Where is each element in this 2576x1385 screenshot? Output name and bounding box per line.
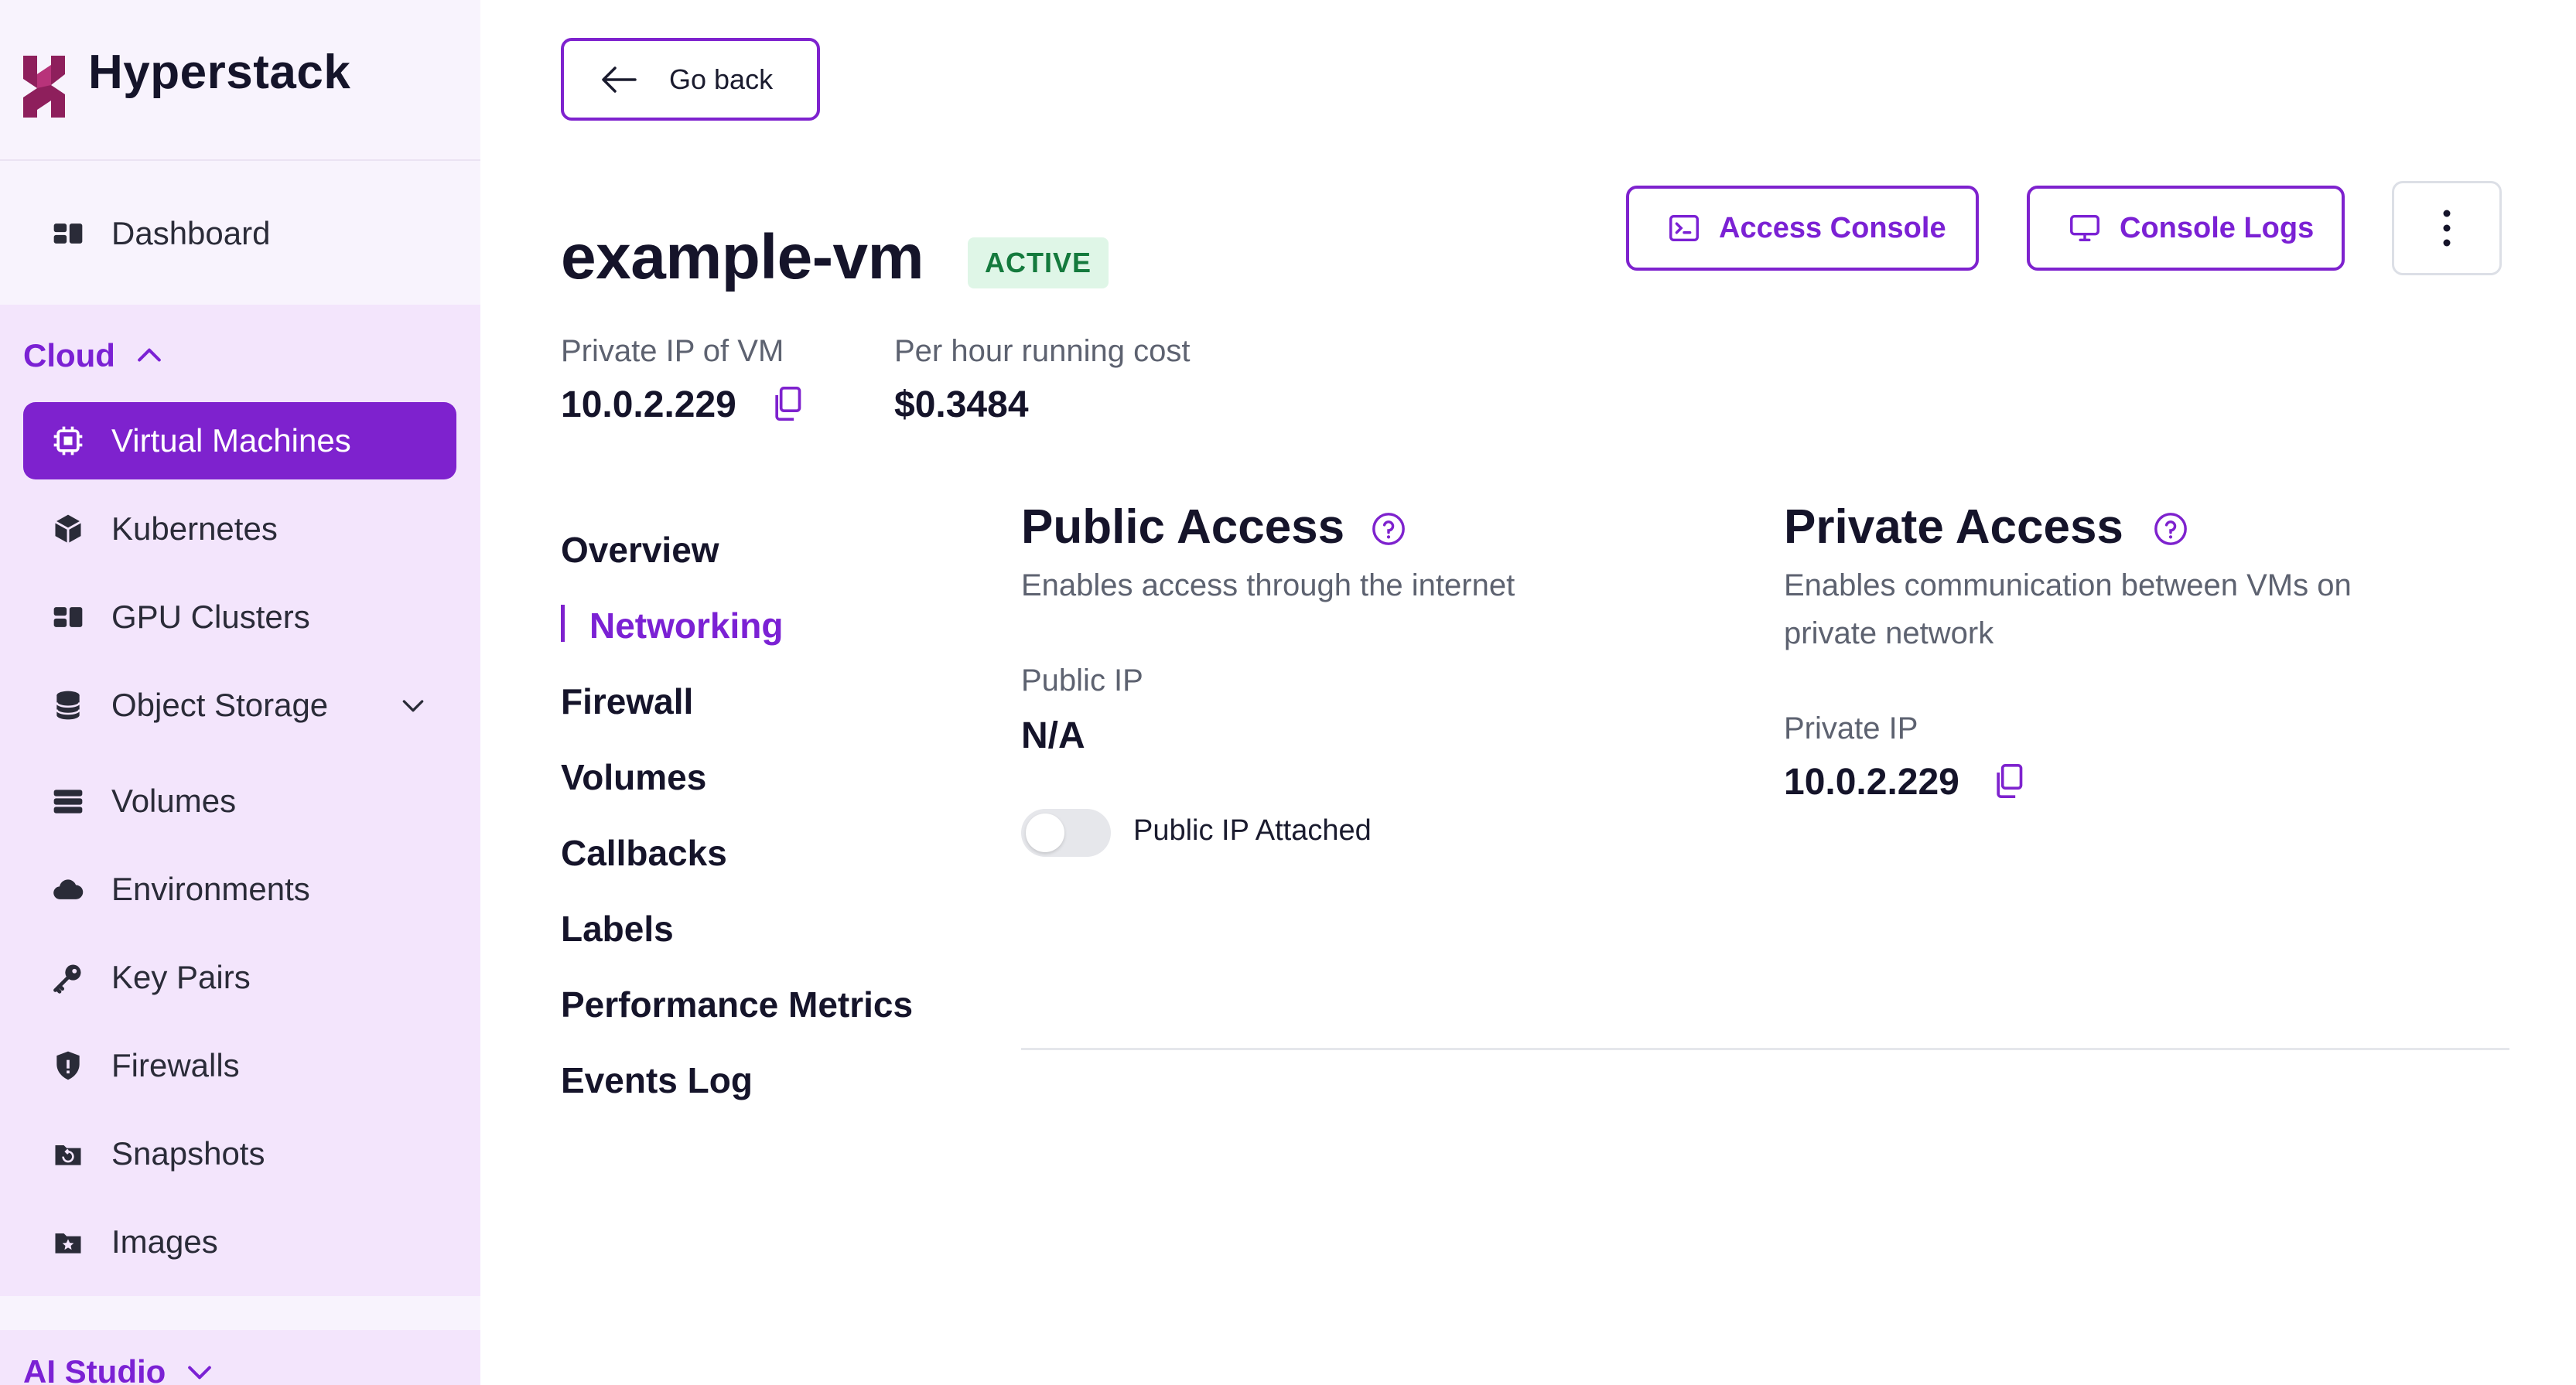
sidebar: Hyperstack Dashboard Cloud Virtual Machi… — [0, 0, 480, 1385]
sidebar-item-snapshots[interactable]: Snapshots — [23, 1115, 456, 1192]
tab-volumes[interactable]: Volumes — [561, 756, 706, 798]
brand-name: Hyperstack — [88, 46, 351, 99]
tab-overview[interactable]: Overview — [561, 529, 719, 571]
cloud-icon — [51, 872, 85, 906]
arrow-left-icon — [602, 66, 637, 93]
public-access-description: Enables access through the internet — [1021, 568, 1515, 602]
sidebar-item-volumes[interactable]: Volumes — [23, 762, 456, 840]
sidebar-item-label: Dashboard — [111, 215, 271, 251]
copy-icon[interactable] — [770, 385, 804, 422]
private-ip-value: 10.0.2.229 — [561, 384, 736, 425]
console-logs-label: Console Logs — [2120, 211, 2315, 244]
cloud-section-toggle[interactable]: Cloud — [23, 337, 166, 374]
monitor-icon — [2070, 214, 2099, 242]
sidebar-item-firewalls[interactable]: Firewalls — [23, 1027, 456, 1104]
copy-icon[interactable] — [1991, 762, 2025, 800]
cost-label: Per hour running cost — [894, 334, 1191, 368]
cost-value: $0.3484 — [894, 384, 1029, 425]
chevron-down-icon — [188, 1366, 212, 1380]
private-access-title: Private Access — [1784, 500, 2123, 554]
cloud-section: Cloud Virtual Machines Kubernetes GPU Cl… — [0, 305, 480, 1296]
public-ip-label: Public IP — [1021, 664, 1143, 698]
sidebar-item-dashboard[interactable]: Dashboard — [23, 195, 456, 272]
chevron-up-icon — [138, 348, 161, 362]
brand-header: Hyperstack — [0, 0, 480, 161]
database-icon — [51, 688, 85, 722]
sidebar-item-label: GPU Clusters — [111, 599, 310, 635]
public-ip-toggle[interactable] — [1021, 809, 1111, 857]
access-console-button[interactable]: Access Console — [1626, 186, 1979, 271]
sidebar-item-label: Images — [111, 1223, 218, 1260]
section-divider — [1021, 1048, 2509, 1050]
go-back-button[interactable]: Go back — [561, 38, 820, 121]
more-vertical-icon — [2443, 210, 2451, 247]
public-access-title: Public Access — [1021, 500, 1345, 554]
tab-firewall[interactable]: Firewall — [561, 681, 693, 722]
private-access-description: Enables communication between VMs on pri… — [1784, 561, 2352, 657]
more-options-button[interactable] — [2392, 181, 2502, 275]
sidebar-item-images[interactable]: Images — [23, 1203, 456, 1281]
sidebar-item-environments[interactable]: Environments — [23, 851, 456, 928]
sidebar-item-kubernetes[interactable]: Kubernetes — [23, 490, 456, 568]
sidebar-item-gpu-clusters[interactable]: GPU Clusters — [23, 578, 456, 656]
private-ip-label: Private IP of VM — [561, 334, 784, 368]
go-back-label: Go back — [669, 63, 774, 95]
key-icon — [51, 960, 85, 994]
private-access-description-line: Enables communication between VMs on — [1784, 568, 2352, 602]
clusters-icon — [51, 600, 85, 634]
sidebar-item-label: Volumes — [111, 783, 237, 819]
ai-studio-section: AI Studio — [0, 1330, 480, 1385]
terminal-icon — [1669, 214, 1699, 242]
sidebar-item-virtual-machines[interactable]: Virtual Machines — [23, 402, 456, 479]
private-access-description-line: private network — [1784, 616, 1994, 650]
access-console-label: Access Console — [1719, 211, 1946, 244]
hyperstack-logo[interactable] — [20, 51, 68, 122]
sidebar-item-key-pairs[interactable]: Key Pairs — [23, 939, 456, 1016]
image-icon — [51, 1225, 85, 1259]
sidebar-item-label: Snapshots — [111, 1135, 265, 1172]
toggle-knob — [1026, 814, 1064, 852]
sidebar-item-label: Object Storage — [111, 687, 329, 723]
ai-studio-section-toggle[interactable]: AI Studio — [23, 1353, 217, 1385]
sidebar-item-label: Virtual Machines — [111, 422, 351, 459]
page-title: example-vm — [561, 222, 924, 292]
sidebar-item-label: Environments — [111, 871, 310, 907]
volumes-icon — [51, 784, 85, 818]
tab-performance-metrics[interactable]: Performance Metrics — [561, 984, 913, 1025]
private-ip-field-label: Private IP — [1784, 711, 1918, 745]
status-badge: ACTIVE — [968, 237, 1109, 288]
shield-icon — [51, 1049, 85, 1083]
private-ip-field-value: 10.0.2.229 — [1784, 762, 1959, 803]
cube-icon — [51, 512, 85, 546]
ai-studio-section-title: AI Studio — [23, 1353, 166, 1385]
sidebar-item-object-storage[interactable]: Object Storage — [23, 667, 456, 744]
help-circle-icon[interactable] — [2153, 511, 2188, 547]
tab-events-log[interactable]: Events Log — [561, 1059, 753, 1101]
chip-icon — [51, 424, 85, 458]
help-circle-icon[interactable] — [1371, 511, 1406, 547]
snapshot-icon — [51, 1137, 85, 1171]
public-ip-value: N/A — [1021, 715, 1085, 756]
tab-networking[interactable]: Networking — [589, 605, 783, 646]
dashboard-icon — [51, 217, 85, 251]
public-ip-toggle-label: Public IP Attached — [1133, 814, 1372, 847]
sidebar-item-label: Key Pairs — [111, 959, 251, 995]
chevron-down-icon[interactable] — [398, 690, 429, 721]
cloud-section-title: Cloud — [23, 337, 115, 374]
tab-callbacks[interactable]: Callbacks — [561, 832, 727, 874]
console-logs-button[interactable]: Console Logs — [2027, 186, 2345, 271]
sidebar-item-label: Firewalls — [111, 1047, 240, 1083]
active-tab-indicator — [561, 605, 565, 642]
sidebar-item-label: Kubernetes — [111, 510, 278, 547]
tab-labels[interactable]: Labels — [561, 908, 674, 950]
